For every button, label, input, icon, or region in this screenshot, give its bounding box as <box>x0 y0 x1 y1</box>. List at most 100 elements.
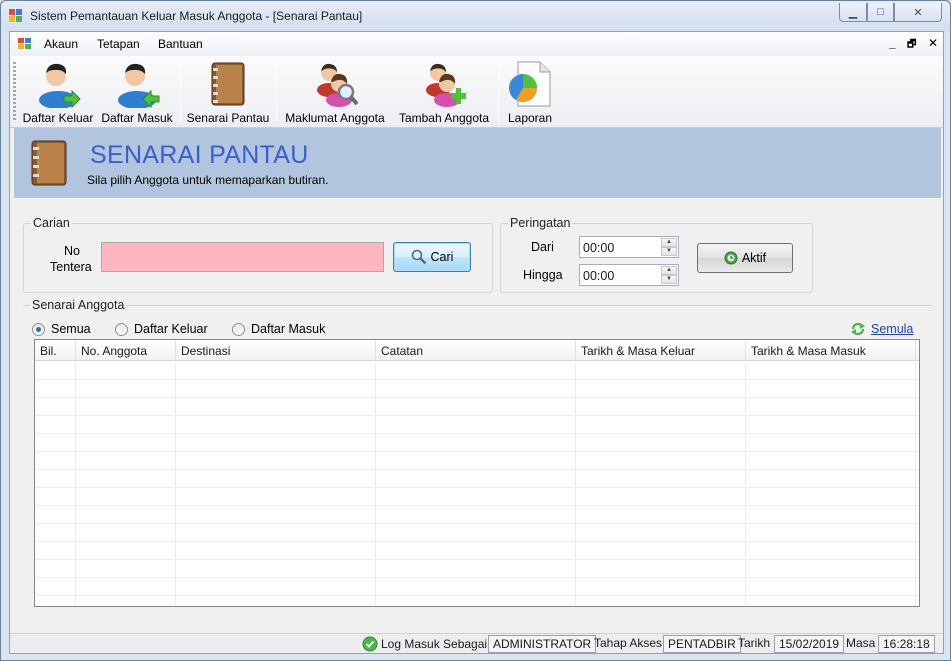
dari-spinner[interactable]: ▲ ▼ <box>661 238 677 256</box>
filter-daftar-keluar-radio[interactable]: Daftar Keluar <box>115 322 208 336</box>
header-banner: SENARAI PANTAU Sila pilih Anggota untuk … <box>14 128 941 198</box>
dari-time-value: 00:00 <box>583 241 615 255</box>
hingga-spinner[interactable]: ▲ ▼ <box>661 266 677 284</box>
radio-selected-icon <box>32 322 45 336</box>
maklumat-anggota-button[interactable]: Maklumat Anggota <box>282 60 388 126</box>
aktif-button[interactable]: Aktif <box>697 243 793 273</box>
column-header-no-anggota[interactable]: No. Anggota <box>76 340 176 360</box>
menu-tetapan[interactable]: Tetapan <box>97 37 140 51</box>
toolbar-separator <box>276 62 277 122</box>
dari-time-picker[interactable]: 00:00 ▲ ▼ <box>579 236 679 258</box>
cari-button[interactable]: Cari <box>393 242 471 272</box>
filter-daftar-masuk-radio[interactable]: Daftar Masuk <box>232 322 325 336</box>
login-status: Log Masuk Sebagai <box>362 635 487 653</box>
mdi-restore-button[interactable]: 🗗 <box>907 37 916 54</box>
maximize-button[interactable]: □ <box>867 3 894 22</box>
search-group: Carian No Tentera Cari <box>23 216 493 293</box>
toolbar: Daftar Keluar Daftar Masuk Senarai Panta… <box>10 56 943 128</box>
time-value: 16:28:18 <box>878 635 935 653</box>
no-tentera-label-line2: Tentera <box>50 260 92 274</box>
user-add-icon <box>420 60 468 108</box>
alert-group: Peringatan Dari 00:00 ▲ ▼ Hingga 00:00 ▲… <box>500 216 813 293</box>
access-value: PENTADBIR <box>663 635 741 653</box>
toolbar-separator <box>180 62 181 122</box>
mdi-minimize-button[interactable]: _ <box>889 36 896 50</box>
member-list-group-title: Senarai Anggota <box>30 298 127 312</box>
column-divider <box>915 362 916 606</box>
status-bar: Log Masuk Sebagai ADMINISTRATOR Tahap Ak… <box>10 633 943 653</box>
radio-unselected-icon <box>232 322 245 336</box>
close-icon: ✕ <box>913 6 923 19</box>
hingga-time-picker[interactable]: 00:00 ▲ ▼ <box>579 264 679 286</box>
timer-icon <box>724 251 738 265</box>
user-enter-icon <box>113 60 161 109</box>
column-header-destinasi[interactable]: Destinasi <box>176 340 376 360</box>
toolbar-grip[interactable] <box>13 62 16 120</box>
daftar-keluar-button[interactable]: Daftar Keluar <box>22 60 94 126</box>
menu-bantuan[interactable]: Bantuan <box>158 37 203 51</box>
search-icon <box>411 249 426 265</box>
menu-akaun[interactable]: Akaun <box>44 37 78 51</box>
toolbar-separator <box>498 62 499 122</box>
member-table[interactable]: Bil. No. Anggota Destinasi Catatan Tarik… <box>34 339 920 607</box>
check-icon <box>362 636 378 652</box>
no-tentera-input[interactable] <box>101 242 384 272</box>
search-group-title: Carian <box>31 216 72 230</box>
book-icon <box>28 139 70 187</box>
refresh-icon <box>851 322 865 336</box>
spin-down-icon[interactable]: ▼ <box>661 275 677 284</box>
column-divider <box>175 362 176 606</box>
app-window: Sistem Pemantauan Keluar Masuk Anggota -… <box>0 0 951 661</box>
client-area: Akaun Tetapan Bantuan _ 🗗 ✕ Daftar Kelua… <box>9 31 944 654</box>
table-body[interactable] <box>35 362 919 606</box>
title-bar[interactable]: Sistem Pemantauan Keluar Masuk Anggota -… <box>1 1 950 31</box>
cari-button-label: Cari <box>430 250 454 264</box>
no-tentera-label-line1: No <box>64 244 80 258</box>
window-title: Sistem Pemantauan Keluar Masuk Anggota -… <box>30 9 363 23</box>
time-label: Masa <box>846 636 876 650</box>
book-icon <box>204 60 252 108</box>
minimize-icon: ▁ <box>848 6 858 19</box>
filter-daftar-masuk-label: Daftar Masuk <box>251 322 326 336</box>
login-label: Log Masuk Sebagai <box>381 637 488 651</box>
tambah-anggota-button[interactable]: Tambah Anggota <box>396 60 492 126</box>
maklumat-anggota-label: Maklumat Anggota <box>285 111 385 125</box>
column-header-tarikh-keluar[interactable]: Tarikh & Masa Keluar <box>576 340 746 360</box>
close-button[interactable]: ✕ <box>894 3 942 22</box>
daftar-keluar-label: Daftar Keluar <box>22 111 94 125</box>
users-search-icon <box>311 60 359 108</box>
laporan-label: Laporan <box>507 111 553 125</box>
laporan-button[interactable]: Laporan <box>504 60 556 126</box>
hingga-time-value: 00:00 <box>583 269 615 283</box>
page-subtitle: Sila pilih Anggota untuk memaparkan buti… <box>87 173 329 187</box>
user-exit-icon <box>34 60 82 109</box>
radio-unselected-icon <box>115 322 128 336</box>
aktif-button-label: Aktif <box>741 251 767 265</box>
semula-link[interactable]: Semula <box>850 321 913 337</box>
maximize-icon: □ <box>877 6 884 18</box>
app-icon <box>9 9 23 23</box>
minimize-button[interactable]: ▁ <box>839 3 867 22</box>
table-header: Bil. No. Anggota Destinasi Catatan Tarik… <box>35 340 919 361</box>
daftar-masuk-button[interactable]: Daftar Masuk <box>100 60 174 126</box>
tambah-anggota-label: Tambah Anggota <box>398 111 490 125</box>
spin-up-icon[interactable]: ▲ <box>661 266 677 275</box>
page-title: SENARAI PANTAU <box>90 141 309 169</box>
senarai-pantau-button[interactable]: Senarai Pantau <box>186 60 270 126</box>
column-divider <box>375 362 376 606</box>
column-header-bil[interactable]: Bil. <box>35 340 76 360</box>
daftar-masuk-label: Daftar Masuk <box>101 111 173 125</box>
mdi-child-icon[interactable] <box>18 38 32 51</box>
filter-semua-radio[interactable]: Semua <box>32 322 91 336</box>
spin-up-icon[interactable]: ▲ <box>661 238 677 247</box>
menu-bar: Akaun Tetapan Bantuan _ 🗗 ✕ <box>10 32 943 56</box>
column-header-tarikh-masuk[interactable]: Tarikh & Masa Masuk <box>746 340 916 360</box>
mdi-close-button[interactable]: ✕ <box>928 36 938 50</box>
dari-label: Dari <box>531 240 554 254</box>
date-label: Tarikh <box>738 636 771 650</box>
filter-daftar-keluar-label: Daftar Keluar <box>134 322 208 336</box>
mdi-child-form: SENARAI PANTAU Sila pilih Anggota untuk … <box>12 128 941 633</box>
spin-down-icon[interactable]: ▼ <box>661 247 677 256</box>
column-header-catatan[interactable]: Catatan <box>376 340 576 360</box>
senarai-pantau-label: Senarai Pantau <box>186 111 270 125</box>
